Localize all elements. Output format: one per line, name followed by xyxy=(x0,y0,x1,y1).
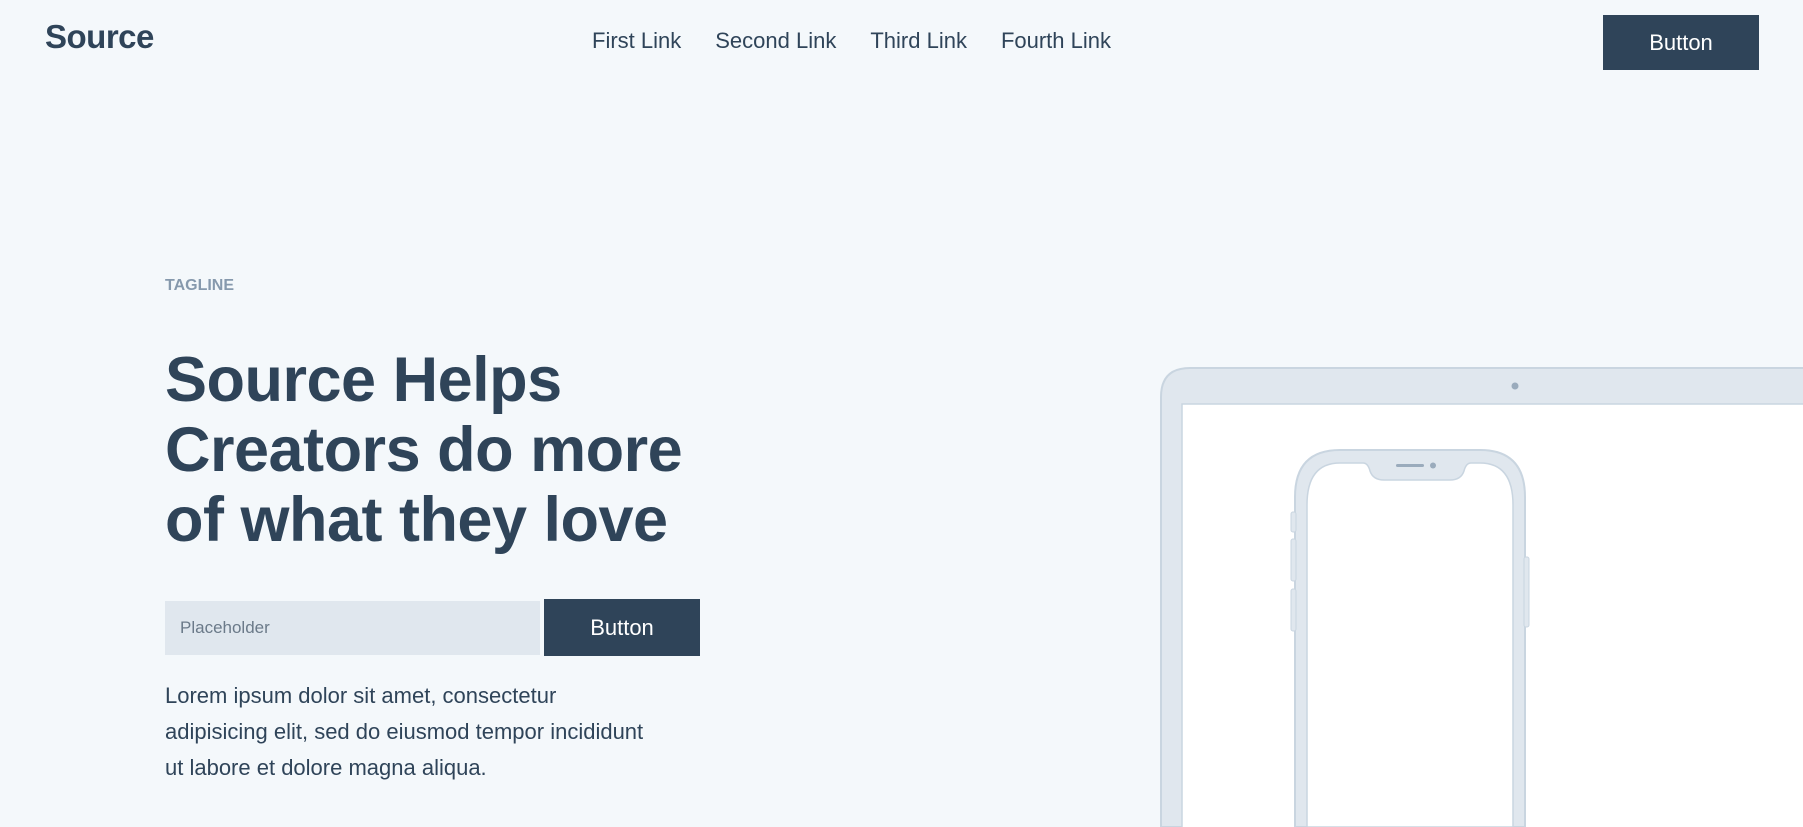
phone-icon xyxy=(1290,449,1530,827)
nav-link-fourth[interactable]: Fourth Link xyxy=(1001,28,1111,54)
hero-headline: Source Helps Creators do more of what th… xyxy=(165,345,683,555)
email-input[interactable] xyxy=(165,601,540,655)
nav-link-second[interactable]: Second Link xyxy=(715,28,836,54)
hero-submit-button[interactable]: Button xyxy=(544,599,700,656)
tagline: TAGLINE xyxy=(165,277,235,294)
nav-link-first[interactable]: First Link xyxy=(592,28,681,54)
hero-description: Lorem ipsum dolor sit amet, consectetur … xyxy=(165,683,644,780)
header-button[interactable]: Button xyxy=(1603,15,1759,70)
logo[interactable]: Source xyxy=(45,18,154,56)
nav-link-third[interactable]: Third Link xyxy=(870,28,967,54)
main-nav: First Link Second Link Third Link Fourth… xyxy=(592,28,1111,54)
device-illustration xyxy=(1160,367,1803,827)
